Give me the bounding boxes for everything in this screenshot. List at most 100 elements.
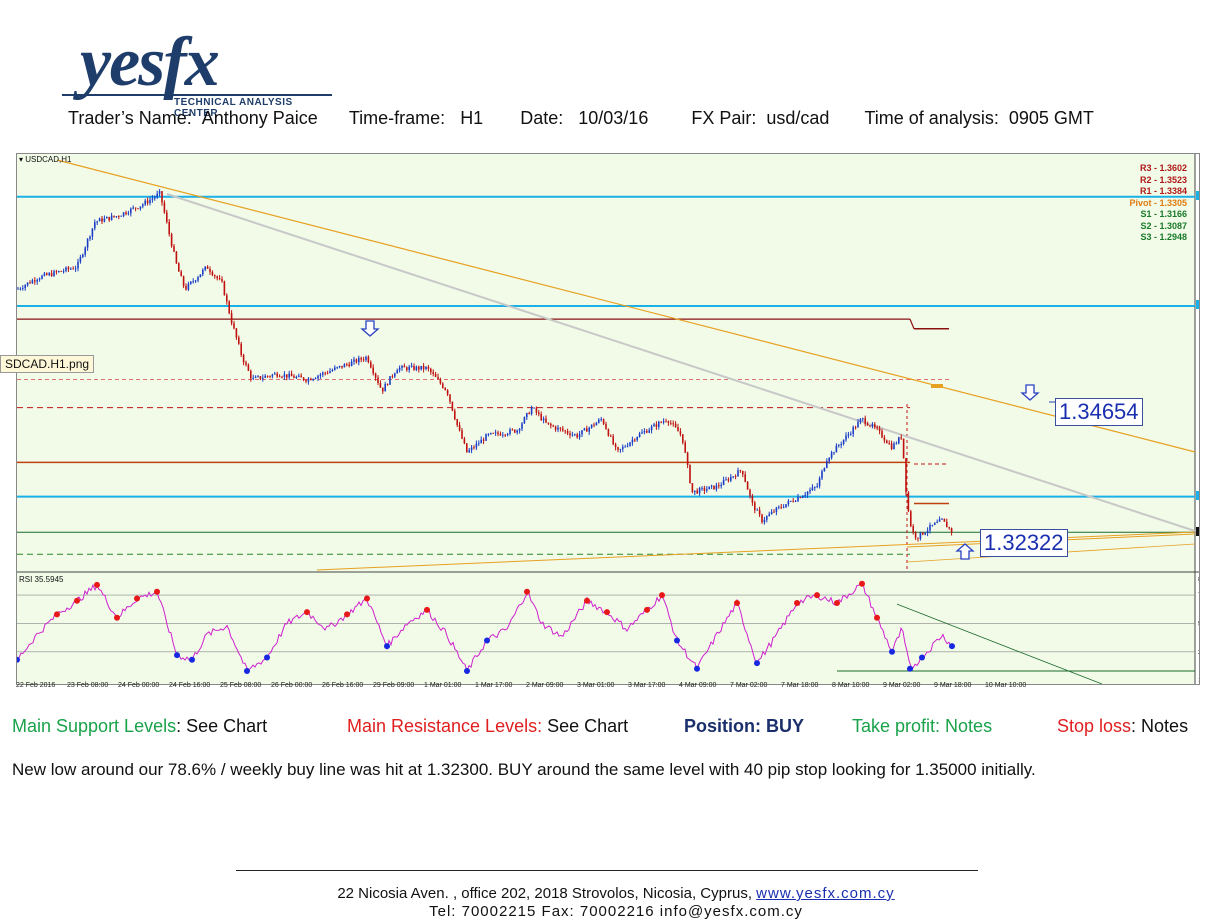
analysis-time-label: Time of analysis: bbox=[864, 108, 999, 128]
candle-body bbox=[722, 479, 725, 485]
candle-body bbox=[355, 359, 358, 363]
candle-body bbox=[737, 470, 739, 477]
candle-body bbox=[79, 256, 82, 262]
candle-body bbox=[859, 419, 862, 423]
candle-body bbox=[857, 422, 859, 428]
rsi-low-dot bbox=[244, 668, 250, 675]
candle-body bbox=[211, 271, 214, 276]
footer-address: 22 Nicosia Aven. , office 202, 2018 Stro… bbox=[0, 885, 1232, 902]
candle-body bbox=[535, 407, 538, 413]
candle-body bbox=[564, 430, 566, 432]
candle-body bbox=[689, 465, 691, 484]
candle-body bbox=[905, 458, 907, 493]
candle-body bbox=[461, 430, 463, 439]
candle-body bbox=[382, 387, 384, 392]
candle-body bbox=[610, 435, 612, 437]
candle-body bbox=[418, 366, 420, 370]
candle-body bbox=[442, 383, 444, 388]
candle-body bbox=[322, 372, 324, 375]
candle-body bbox=[235, 328, 238, 338]
chart-canvas: 1.390401.385901.384421.381401.376901.372… bbox=[17, 154, 1199, 684]
rsi-low-dot bbox=[919, 654, 925, 661]
time-label: 10 Mar 10:00 bbox=[985, 682, 1027, 689]
candle-body bbox=[449, 394, 451, 402]
candle-body bbox=[218, 278, 221, 280]
candle-body bbox=[67, 267, 70, 270]
rsi-high-dot bbox=[134, 595, 140, 602]
candle-body bbox=[70, 268, 72, 270]
candle-body bbox=[876, 427, 878, 429]
candle-body bbox=[396, 370, 398, 374]
candle-body bbox=[684, 442, 686, 453]
candle-body bbox=[629, 442, 631, 446]
candle-body bbox=[506, 433, 509, 435]
rsi-high-dot bbox=[54, 611, 60, 618]
candle-body bbox=[672, 423, 674, 425]
rsi-low-dot bbox=[694, 665, 700, 672]
candle-body bbox=[540, 413, 542, 421]
candle-body bbox=[938, 519, 941, 522]
candle-body bbox=[790, 500, 792, 502]
pivot-level-1: R2 - 1.3523 bbox=[1139, 174, 1187, 185]
rsi-low-dot bbox=[264, 654, 270, 661]
candle-body bbox=[497, 432, 499, 434]
candle-body bbox=[569, 433, 571, 436]
symbol-text: USDCAD,H1 bbox=[25, 155, 72, 164]
candle-body bbox=[900, 437, 902, 439]
candle-body bbox=[264, 375, 266, 378]
candle-body bbox=[346, 364, 348, 366]
dropdown-triangle-icon[interactable]: ▾ bbox=[19, 155, 23, 164]
candle-body bbox=[523, 417, 526, 424]
candle-body bbox=[518, 428, 521, 431]
candle-body bbox=[511, 429, 514, 431]
rsi-low-dot bbox=[754, 660, 760, 667]
candle-body bbox=[559, 427, 562, 429]
candle-body bbox=[646, 431, 648, 433]
candle-body bbox=[379, 383, 382, 388]
candle-body bbox=[41, 275, 43, 279]
candle-body bbox=[98, 218, 101, 222]
chart-symbol-label: ▾ USDCAD,H1 bbox=[19, 155, 71, 164]
candle-body bbox=[50, 273, 53, 277]
candle-body bbox=[742, 470, 744, 475]
candle-body bbox=[146, 200, 149, 204]
candle-body bbox=[466, 443, 468, 453]
candle-body bbox=[302, 377, 305, 381]
candle-body bbox=[778, 506, 780, 508]
address-text: 22 Nicosia Aven. , office 202, 2018 Stro… bbox=[337, 885, 752, 902]
logo-wordmark: yesfx bbox=[80, 24, 220, 101]
candle-body bbox=[566, 431, 569, 434]
time-label: 1 Mar 17:00 bbox=[475, 682, 513, 689]
candle-body bbox=[634, 439, 636, 441]
stop-loss-value: : Notes bbox=[1131, 716, 1189, 736]
time-label: 1 Mar 01:00 bbox=[424, 682, 462, 689]
candle-body bbox=[869, 425, 871, 427]
candle-body bbox=[173, 246, 175, 252]
candle-body bbox=[298, 375, 300, 377]
candle-body bbox=[86, 238, 89, 248]
rsi-tick: 50 bbox=[1198, 620, 1199, 627]
candle-body bbox=[554, 426, 557, 430]
candle-body bbox=[622, 446, 624, 449]
candle-body bbox=[360, 357, 362, 360]
rsi-high-dot bbox=[734, 600, 740, 607]
candle-body bbox=[266, 375, 269, 377]
candle-body bbox=[775, 507, 778, 512]
candle-body bbox=[386, 384, 389, 385]
candle-body bbox=[823, 467, 826, 472]
candle-body bbox=[478, 443, 480, 445]
candle-body bbox=[439, 379, 442, 384]
time-label: 4 Mar 09:00 bbox=[679, 682, 717, 689]
time-label: 23 Feb 08:00 bbox=[67, 682, 109, 689]
candle-body bbox=[444, 387, 446, 391]
website-link[interactable]: www.yesfx.com.cy bbox=[756, 885, 895, 902]
candle-body bbox=[814, 487, 816, 488]
candle-body bbox=[828, 457, 830, 462]
price-chart[interactable]: 1.390401.385901.384421.381401.376901.372… bbox=[16, 153, 1200, 685]
candle-body bbox=[902, 438, 905, 459]
candle-body bbox=[785, 504, 787, 508]
candle-body bbox=[547, 422, 550, 424]
candle-body bbox=[158, 191, 161, 194]
candle-body bbox=[329, 371, 331, 373]
candle-body bbox=[118, 216, 120, 218]
